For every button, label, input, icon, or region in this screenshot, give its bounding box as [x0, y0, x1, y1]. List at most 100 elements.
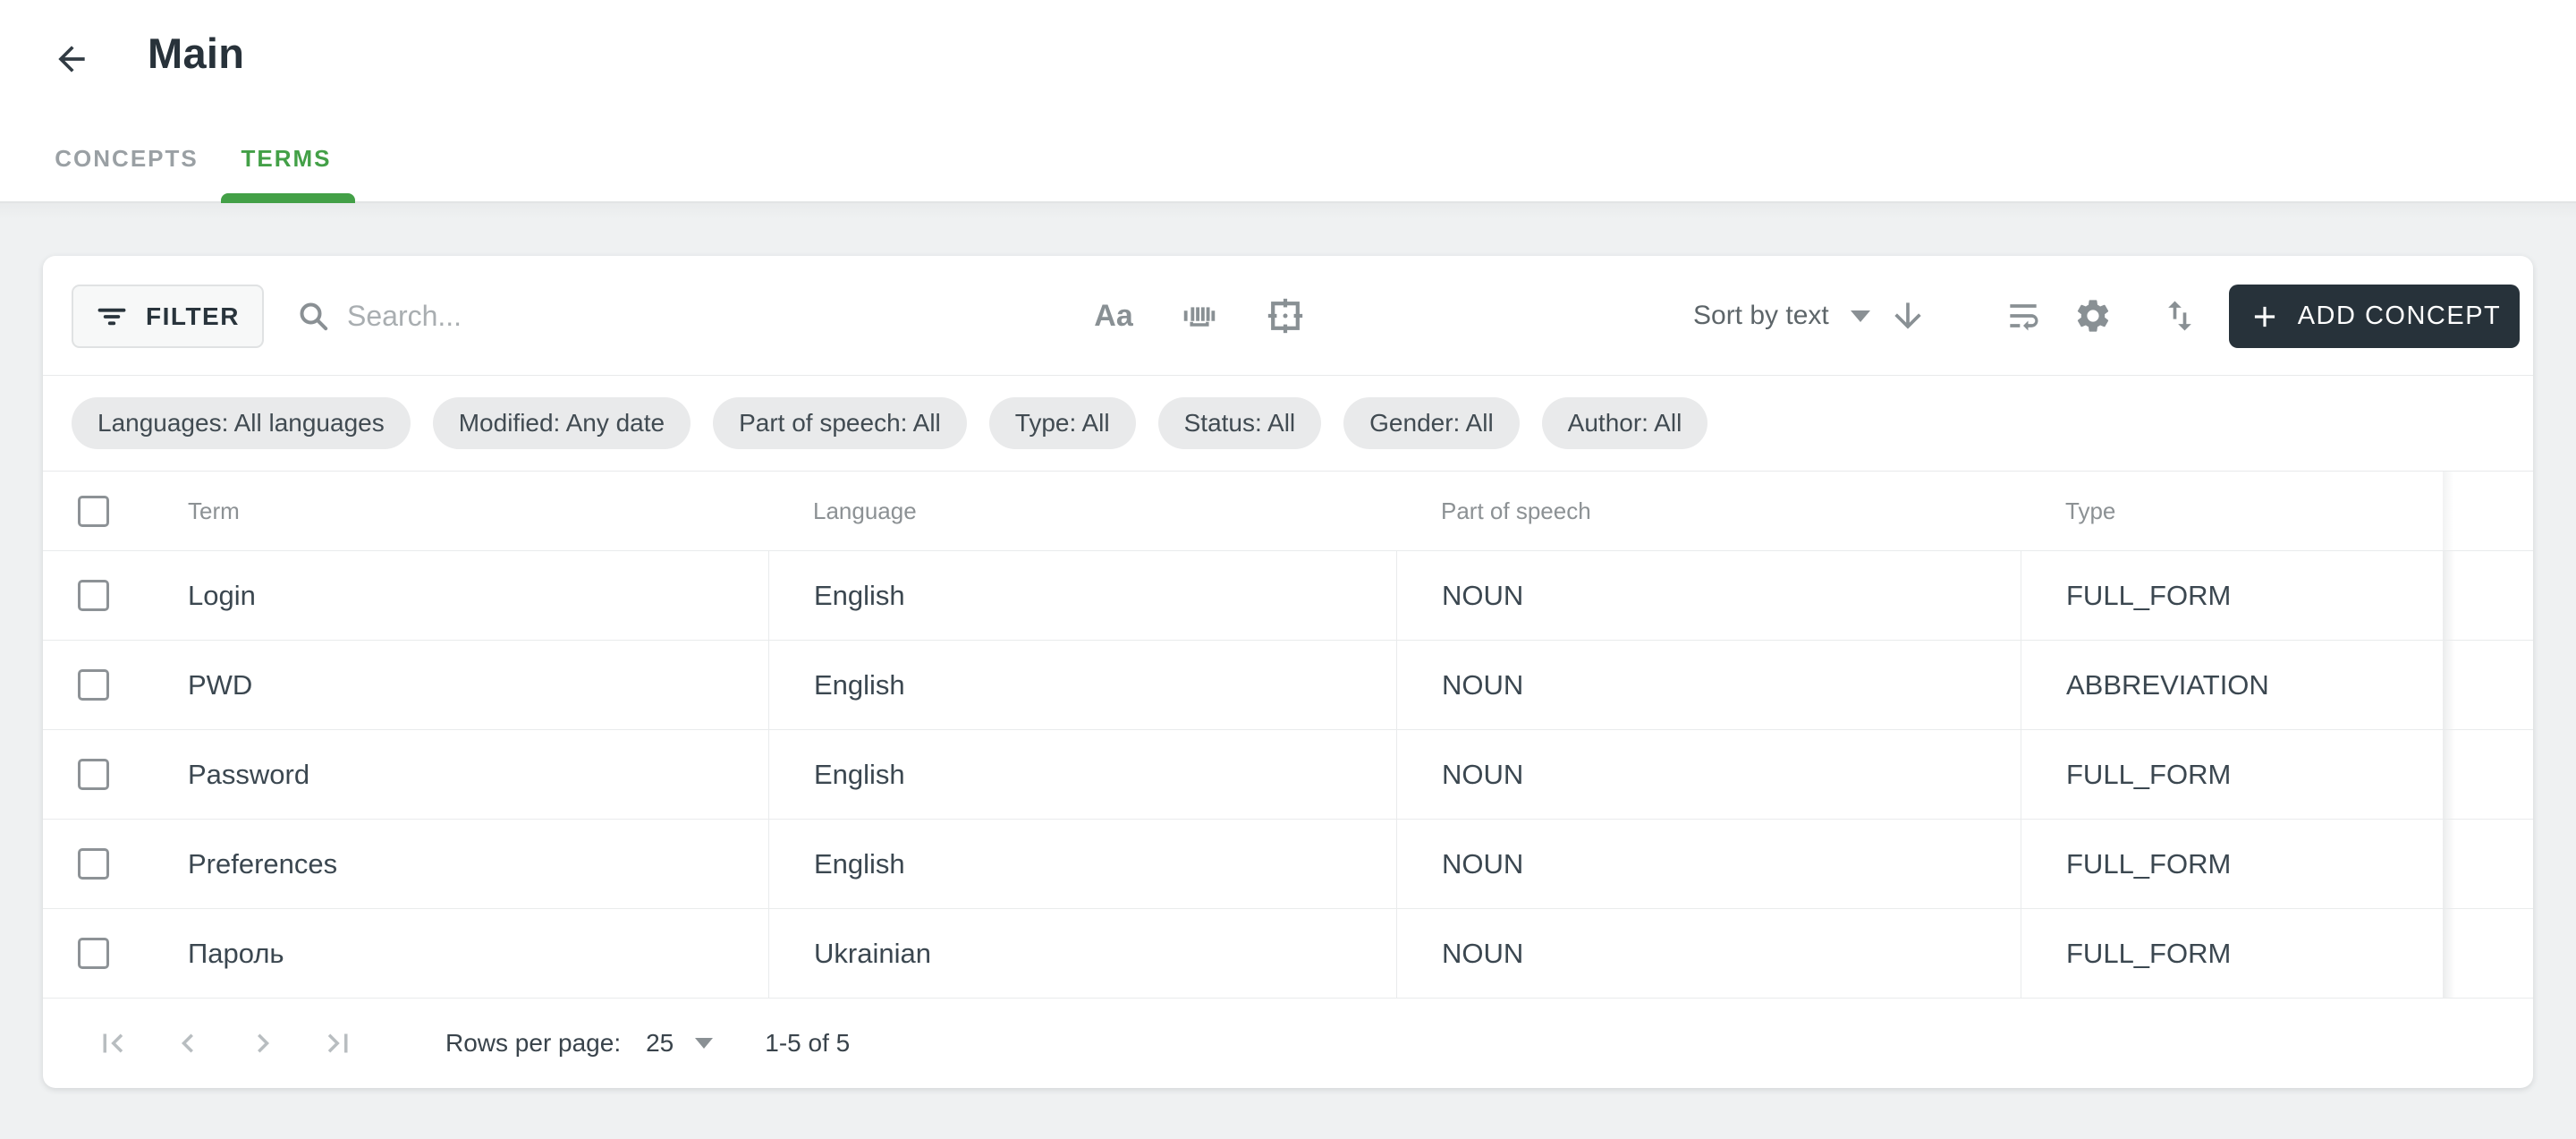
- back-button[interactable]: [47, 34, 97, 84]
- filter-chip[interactable]: Gender: All: [1343, 397, 1520, 449]
- table-body: Login English NOUN FULL_FORM PWD English…: [43, 550, 2533, 998]
- chevron-left-icon: [169, 1024, 207, 1062]
- tab-terms-label: TERMS: [242, 145, 332, 173]
- terms-card: FILTER Aa: [43, 256, 2533, 1088]
- tab-concepts-label: CONCEPTS: [55, 145, 198, 173]
- cell-term: Preferences: [143, 820, 768, 908]
- filter-chip[interactable]: Languages: All languages: [72, 397, 411, 449]
- filter-chip-label: Status: All: [1184, 409, 1296, 438]
- filter-button[interactable]: FILTER: [72, 285, 264, 348]
- cell-type: FULL_FORM: [2021, 909, 2443, 998]
- active-tab-indicator: [221, 193, 355, 203]
- filter-chip-label: Author: All: [1568, 409, 1682, 438]
- cell-part-of-speech: NOUN: [1396, 551, 2021, 640]
- whole-word-button[interactable]: [1178, 294, 1221, 337]
- filter-chip-label: Gender: All: [1369, 409, 1494, 438]
- cell-term: PWD: [143, 641, 768, 729]
- next-page-button[interactable]: [242, 1022, 284, 1065]
- match-case-icon: Aa: [1094, 299, 1132, 334]
- row-checkbox[interactable]: [78, 580, 109, 611]
- sort-direction-button[interactable]: [1886, 294, 1929, 337]
- filter-icon: [96, 301, 128, 333]
- wrap-text-icon: [2004, 296, 2043, 336]
- add-concept-button[interactable]: ADD CONCEPT: [2229, 285, 2520, 348]
- import-export-icon: [2160, 296, 2199, 336]
- match-case-button[interactable]: Aa: [1092, 294, 1135, 337]
- cell-language: English: [768, 820, 1396, 908]
- filter-chip-label: Languages: All languages: [97, 409, 385, 438]
- column-header-language: Language: [768, 472, 1396, 550]
- column-header-part-of-speech: Part of speech: [1396, 472, 2021, 550]
- cell-language: English: [768, 551, 1396, 640]
- gear-icon: [2073, 296, 2113, 336]
- tab-concepts[interactable]: CONCEPTS: [36, 115, 217, 201]
- last-page-button[interactable]: [317, 1022, 360, 1065]
- table-header-row: Term Language Part of speech Type: [43, 472, 2533, 550]
- table-row[interactable]: Login English NOUN FULL_FORM: [43, 550, 2533, 640]
- cell-term: Login: [143, 551, 768, 640]
- filter-chip[interactable]: Part of speech: All: [713, 397, 967, 449]
- chevron-right-icon: [244, 1024, 282, 1062]
- cell-part-of-speech: NOUN: [1396, 730, 2021, 819]
- filter-chips-row: Languages: All languages Modified: Any d…: [43, 376, 2533, 472]
- page-title: Main: [148, 29, 244, 78]
- row-spacer: [2443, 820, 2533, 908]
- rows-per-page-caret-icon[interactable]: [695, 1038, 713, 1049]
- wrap-text-button[interactable]: [2002, 294, 2045, 337]
- cell-term: Password: [143, 730, 768, 819]
- sort-by-label: Sort by text: [1693, 301, 1829, 331]
- pagination-range: 1-5 of 5: [765, 1029, 850, 1058]
- search-icon: [295, 298, 331, 334]
- filter-chip[interactable]: Status: All: [1158, 397, 1322, 449]
- table-row[interactable]: Preferences English NOUN FULL_FORM: [43, 819, 2533, 908]
- filter-chip[interactable]: Type: All: [989, 397, 1136, 449]
- row-checkbox[interactable]: [78, 848, 109, 880]
- cell-type: ABBREVIATION: [2021, 641, 2443, 729]
- import-export-button[interactable]: [2158, 294, 2201, 337]
- cell-type: FULL_FORM: [2021, 551, 2443, 640]
- cell-language: English: [768, 730, 1396, 819]
- row-checkbox-cell: [43, 641, 143, 729]
- sort-by-dropdown[interactable]: Sort by text: [1693, 256, 1870, 376]
- filter-button-label: FILTER: [146, 302, 240, 331]
- rows-per-page-label: Rows per page:: [445, 1029, 621, 1058]
- settings-button[interactable]: [2072, 294, 2114, 337]
- row-spacer: [2443, 730, 2533, 819]
- row-checkbox[interactable]: [78, 759, 109, 790]
- rows-per-page-value[interactable]: 25: [646, 1029, 674, 1058]
- pagination-bar: Rows per page: 25 1-5 of 5: [43, 998, 2533, 1088]
- row-checkbox-cell: [43, 730, 143, 819]
- first-page-icon: [94, 1024, 131, 1062]
- select-all-checkbox[interactable]: [78, 496, 109, 527]
- cell-language: English: [768, 641, 1396, 729]
- regex-frame-button[interactable]: [1264, 294, 1307, 337]
- column-header-term: Term: [143, 472, 768, 550]
- row-spacer: [2443, 909, 2533, 998]
- filter-chip[interactable]: Author: All: [1542, 397, 1708, 449]
- last-page-icon: [319, 1024, 357, 1062]
- previous-page-button[interactable]: [166, 1022, 209, 1065]
- table-header-checkbox-cell: [43, 472, 143, 550]
- filter-chip[interactable]: Modified: Any date: [433, 397, 691, 449]
- first-page-button[interactable]: [91, 1022, 134, 1065]
- cell-type: FULL_FORM: [2021, 820, 2443, 908]
- toolbar: FILTER Aa: [43, 256, 2533, 376]
- row-checkbox[interactable]: [78, 938, 109, 969]
- app-header: Main CONCEPTS TERMS: [0, 0, 2576, 203]
- filter-chip-label: Modified: Any date: [459, 409, 665, 438]
- column-header-type: Type: [2021, 472, 2443, 550]
- tab-bar: CONCEPTS TERMS: [36, 115, 355, 201]
- table-row[interactable]: Password English NOUN FULL_FORM: [43, 729, 2533, 819]
- search-input[interactable]: [347, 300, 919, 333]
- table-row[interactable]: PWD English NOUN ABBREVIATION: [43, 640, 2533, 729]
- page-body: FILTER Aa: [0, 203, 2576, 1137]
- cell-part-of-speech: NOUN: [1396, 909, 2021, 998]
- table-header-spacer: [2443, 472, 2533, 550]
- row-checkbox[interactable]: [78, 669, 109, 701]
- table-row[interactable]: Пароль Ukrainian NOUN FULL_FORM: [43, 908, 2533, 998]
- add-concept-label: ADD CONCEPT: [2298, 302, 2502, 331]
- cell-term: Пароль: [143, 909, 768, 998]
- cell-part-of-speech: NOUN: [1396, 641, 2021, 729]
- tab-terms[interactable]: TERMS: [217, 115, 355, 201]
- caret-down-icon: [1851, 310, 1870, 322]
